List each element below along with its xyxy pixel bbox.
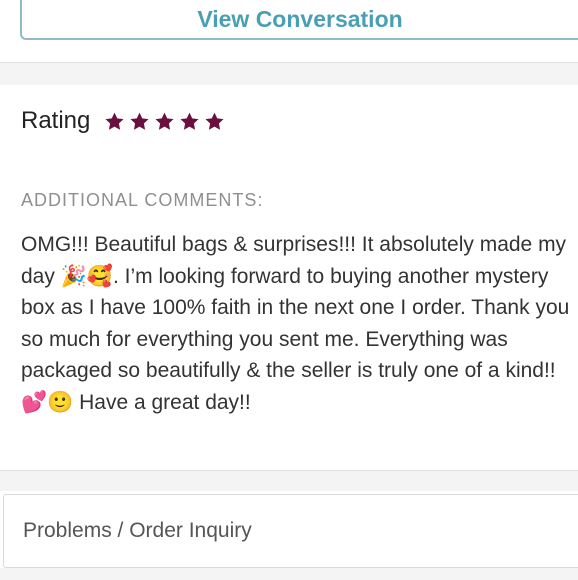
section-divider — [0, 62, 578, 86]
section-divider — [0, 470, 578, 492]
review-comment-text: OMG!!! Beautiful bags & surprises!!! It … — [21, 233, 570, 414]
rating-row: Rating — [21, 107, 225, 135]
rating-card: Rating ADDITIONAL COMMENTS: OMG!!! Beaut… — [0, 85, 578, 470]
view-conversation-button[interactable]: View Conversation — [20, 0, 578, 40]
star-icon — [105, 112, 124, 130]
star-icon — [130, 112, 149, 130]
additional-comments-label: ADDITIONAL COMMENTS: — [21, 190, 264, 210]
star-rating — [104, 111, 225, 132]
star-icon — [155, 112, 174, 130]
star-icon — [180, 112, 199, 130]
problems-order-inquiry-link[interactable]: Problems / Order Inquiry — [3, 494, 578, 568]
rating-label: Rating — [21, 107, 91, 134]
bottom-divider — [0, 568, 578, 580]
problems-section: Problems / Order Inquiry — [0, 491, 578, 580]
view-conversation-area: View Conversation — [0, 0, 578, 62]
star-icon — [205, 112, 224, 130]
